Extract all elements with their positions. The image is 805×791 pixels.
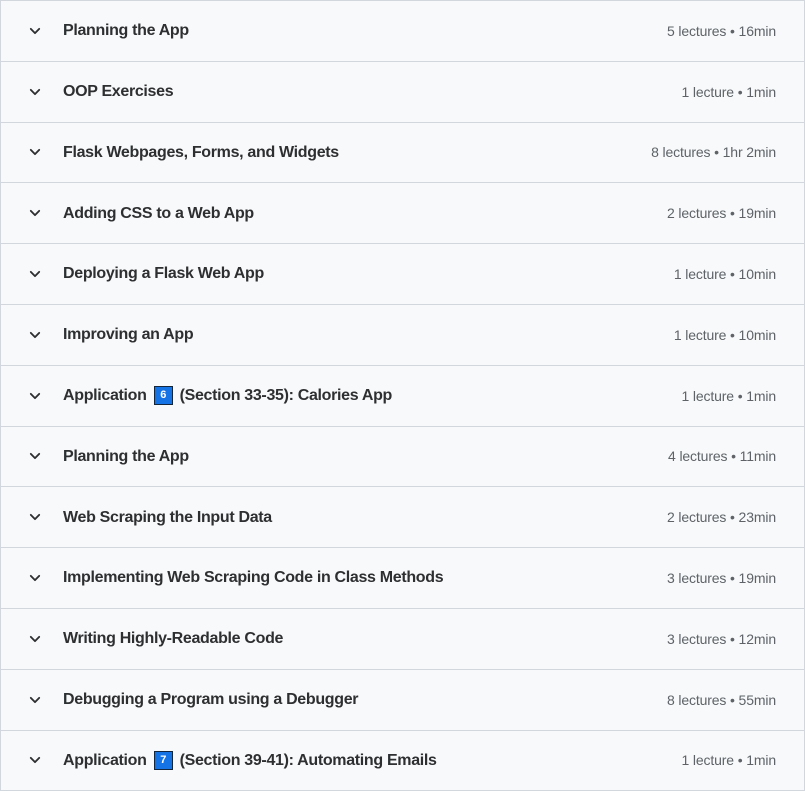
chevron-down-icon[interactable] xyxy=(24,385,46,407)
section-row[interactable]: Adding CSS to a Web App 2 lectures • 19mi… xyxy=(1,183,804,245)
chevron-down-icon[interactable] xyxy=(24,141,46,163)
section-title: Application 6 (Section 33-35): Calories Ap… xyxy=(63,386,666,406)
section-title-text: Implementing Web Scraping Code in Class … xyxy=(63,569,444,587)
section-meta: 8 lectures • 1hr 2min xyxy=(651,144,776,161)
section-title-text: Improving an App xyxy=(63,326,194,344)
section-meta: 1 lecture • 10min xyxy=(673,326,776,343)
section-row[interactable]: Application 7 (Section 39-41): Automating … xyxy=(1,730,804,791)
section-title-text: Application xyxy=(63,387,147,405)
section-row[interactable]: Web Scraping the Input Data 2 lectures • … xyxy=(1,487,804,549)
section-row[interactable]: Planning the App 4 lectures • 11min xyxy=(1,426,804,488)
section-title: Improving an App xyxy=(63,325,658,344)
section-meta: 3 lectures • 12min xyxy=(667,630,776,647)
chevron-down-icon[interactable] xyxy=(24,202,46,224)
section-row[interactable]: Improving an App 1 lecture • 10min xyxy=(1,304,804,366)
section-title: Planning the App xyxy=(63,21,651,40)
section-title: Flask Webpages, Forms, and Widgets xyxy=(63,143,635,162)
section-meta: 1 lecture • 1min xyxy=(681,752,777,769)
chevron-down-icon[interactable] xyxy=(24,689,46,711)
section-title: Adding CSS to a Web App xyxy=(63,204,651,223)
section-meta: 3 lectures • 19min xyxy=(667,570,776,587)
chevron-down-icon[interactable] xyxy=(24,20,46,42)
section-row[interactable]: Flask Webpages, Forms, and Widgets 8 lect… xyxy=(1,122,804,184)
chevron-down-icon[interactable] xyxy=(24,81,46,103)
section-meta: 5 lectures • 16min xyxy=(667,22,776,39)
section-meta: 1 lecture • 1min xyxy=(681,387,777,404)
section-title-text: Flask Webpages, Forms, and Widgets xyxy=(63,143,339,161)
section-title: OOP Exercises xyxy=(63,82,666,101)
section-title: Planning the App xyxy=(63,447,652,466)
section-meta: 8 lectures • 55min xyxy=(667,691,776,708)
section-title: Implementing Web Scraping Code in Class … xyxy=(63,568,651,587)
section-title-text: Application xyxy=(63,751,147,769)
section-meta: 1 lecture • 10min xyxy=(673,266,776,283)
chevron-down-icon[interactable] xyxy=(24,567,46,589)
application-number-badge: 7 xyxy=(153,750,173,770)
section-title-suffix: (Section 39-41): Automating Emails xyxy=(179,751,437,769)
section-title-text: Web Scraping the Input Data xyxy=(63,508,272,526)
section-row[interactable]: Deploying a Flask Web App 1 lecture • 10m… xyxy=(1,244,804,305)
section-row[interactable]: Planning the App 5 lectures • 16min xyxy=(1,1,804,62)
course-curriculum-list: Planning the App 5 lectures • 16min OOP Ex… xyxy=(0,0,805,791)
application-number-badge: 6 xyxy=(153,386,173,406)
section-title-text: Debugging a Program using a Debugger xyxy=(63,691,359,709)
chevron-down-icon[interactable] xyxy=(24,628,46,650)
chevron-down-icon[interactable] xyxy=(24,263,46,285)
section-title-text: Writing Highly-Readable Code xyxy=(63,630,284,648)
section-title-text: Deploying a Flask Web App xyxy=(63,265,264,283)
section-meta: 2 lectures • 23min xyxy=(667,509,776,526)
chevron-down-icon[interactable] xyxy=(24,324,46,346)
section-title-text: Planning the App xyxy=(63,447,189,465)
section-meta: 4 lectures • 11min xyxy=(668,448,776,465)
section-title-suffix: (Section 33-35): Calories App xyxy=(179,387,393,405)
section-title: Debugging a Program using a Debugger xyxy=(63,690,651,709)
section-row[interactable]: OOP Exercises 1 lecture • 1min xyxy=(1,61,804,123)
section-title-text: OOP Exercises xyxy=(63,83,174,101)
section-row[interactable]: Debugging a Program using a Debugger 8 le… xyxy=(1,669,804,731)
section-meta: 2 lectures • 19min xyxy=(667,205,776,222)
section-row[interactable]: Implementing Web Scraping Code in Class … xyxy=(1,548,804,609)
section-title-text: Adding CSS to a Web App xyxy=(63,204,254,222)
section-title-text: Planning the App xyxy=(63,22,189,40)
section-meta: 1 lecture • 1min xyxy=(681,83,777,100)
section-title: Web Scraping the Input Data xyxy=(63,508,651,527)
section-row[interactable]: Writing Highly-Readable Code 3 lectures •… xyxy=(1,608,804,670)
section-row[interactable]: Application 6 (Section 33-35): Calories Ap… xyxy=(1,365,804,427)
chevron-down-icon[interactable] xyxy=(24,506,46,528)
section-title: Writing Highly-Readable Code xyxy=(63,629,651,648)
chevron-down-icon[interactable] xyxy=(24,749,46,771)
section-title: Application 7 (Section 39-41): Automating … xyxy=(63,750,666,770)
section-title: Deploying a Flask Web App xyxy=(63,264,658,283)
chevron-down-icon[interactable] xyxy=(24,445,46,467)
